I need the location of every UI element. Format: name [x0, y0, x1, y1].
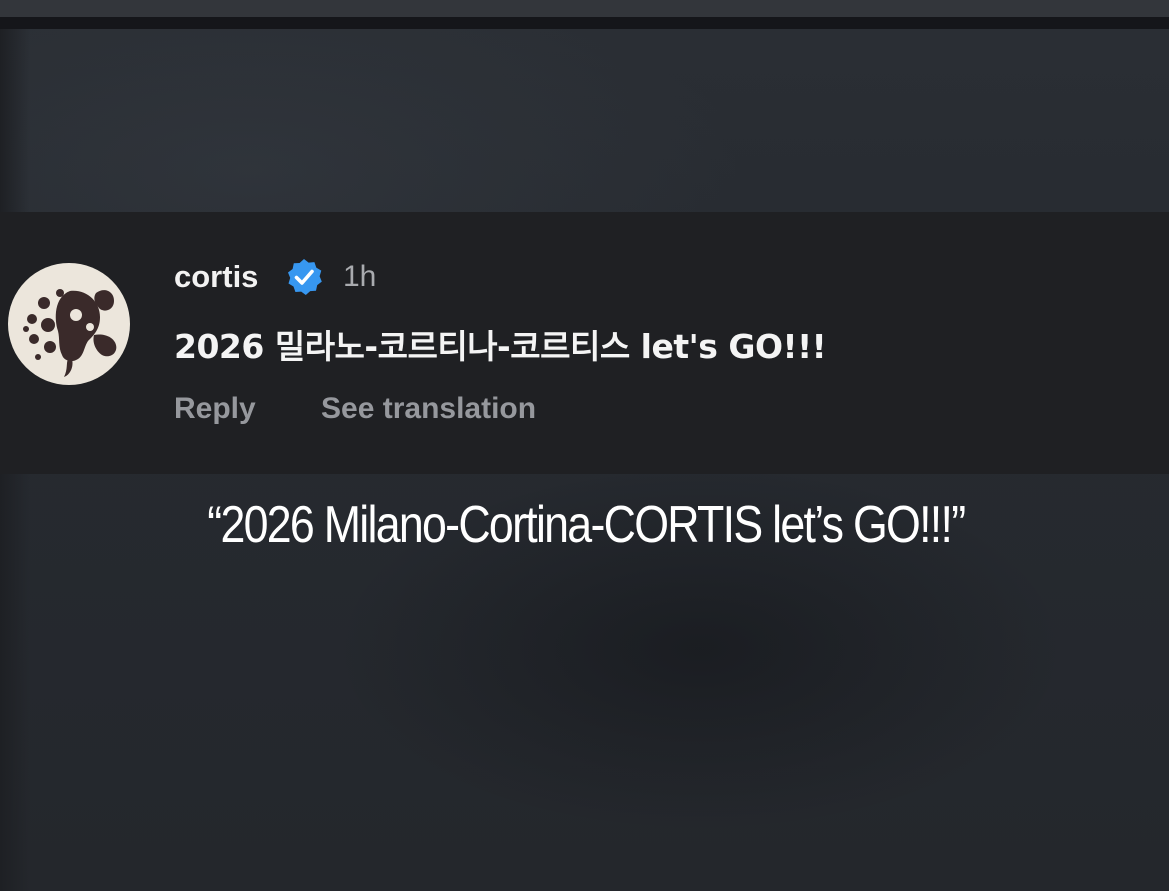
reply-button[interactable]: Reply	[174, 389, 256, 429]
top-bar	[0, 17, 1169, 29]
screenshot-page: cortis 1h 2026 밀라노-코르티나-코르티스 let's GO!!!…	[0, 0, 1169, 891]
see-translation-button[interactable]: See translation	[321, 389, 536, 429]
translation-caption: “2026 Milano-Cortina-CORTIS let’s GO!!!”	[207, 496, 966, 554]
top-strip	[0, 0, 1169, 17]
username[interactable]: cortis	[174, 256, 258, 298]
cortis-logo-icon	[23, 289, 117, 377]
avatar[interactable]	[8, 263, 130, 385]
comment-text: 2026 밀라노-코르티나-코르티스 let's GO!!!	[174, 327, 827, 366]
comment-timestamp: 1h	[343, 260, 377, 293]
verified-badge-icon	[288, 259, 322, 295]
